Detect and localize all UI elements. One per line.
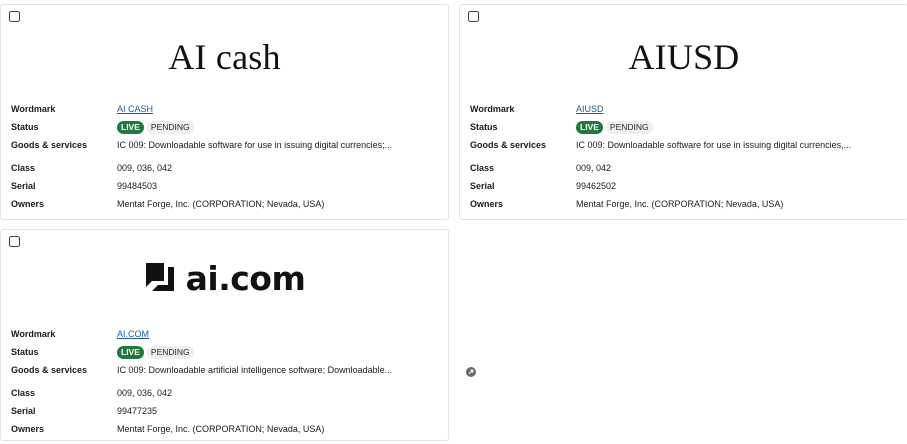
class-label: Class (11, 388, 36, 398)
goods-label: Goods & services (470, 140, 547, 150)
status-pending-badge: PENDING (605, 121, 653, 135)
status-label: Status (470, 122, 498, 132)
trademark-card: AI cash Wordmark AI CASH Status LIVE PENDIN… (0, 4, 476, 220)
mark-image: AIUSD (460, 31, 907, 83)
serial-value: 99484503 (117, 181, 158, 191)
owners-value: Mentat Forge, Inc. (CORPORATION; Nevada,… (576, 199, 784, 209)
owners-label: Owners (11, 199, 45, 209)
serial-label: Serial (11, 406, 36, 416)
class-value: 009, 042 (576, 163, 612, 173)
wordmark-link[interactable]: AI CASH (117, 104, 153, 114)
status-live-badge: LIVE (576, 121, 603, 135)
mark-text: AI cash (168, 37, 281, 77)
owners-value: Mentat Forge, Inc. (CORPORATION; Nevada,… (117, 199, 325, 209)
wordmark-label: Wordmark (11, 104, 56, 114)
wordmark-link[interactable]: AI.COM (117, 329, 149, 339)
select-checkbox[interactable] (468, 11, 479, 22)
wordmark-label: Wordmark (11, 329, 56, 339)
serial-value: 99477235 (117, 406, 158, 416)
class-value: 009, 036, 042 (117, 388, 173, 398)
serial-value: 99462502 (576, 181, 617, 191)
owners-label: Owners (11, 424, 45, 434)
goods-label: Goods & services (11, 140, 88, 150)
status-live-badge: LIVE (117, 346, 144, 360)
ai-logo-icon (145, 263, 174, 291)
status-pending-badge: PENDING (146, 121, 194, 135)
wordmark-link[interactable]: AIUSD (576, 104, 604, 114)
select-checkbox[interactable] (9, 11, 20, 22)
class-value: 009, 036, 042 (117, 163, 173, 173)
mark-text: AIUSD (628, 37, 740, 77)
mark-text: ai.com (185, 258, 306, 298)
goods-label: Goods & services (11, 365, 88, 375)
goods-value: IC 009: Downloadable artificial intellig… (117, 365, 393, 375)
owners-value: Mentat Forge, Inc. (CORPORATION; Nevada,… (117, 424, 325, 434)
trademark-card: AIUSD Wordmark AIUSD Status LIVE PENDING Go… (459, 4, 907, 220)
mark-image: ai.com (1, 252, 448, 304)
status-label: Status (11, 347, 39, 357)
wordmark-label: Wordmark (470, 104, 515, 114)
select-checkbox[interactable] (9, 236, 20, 247)
class-label: Class (470, 163, 495, 173)
owners-label: Owners (470, 199, 504, 209)
serial-label: Serial (470, 181, 495, 191)
mark-image: AI cash (1, 31, 448, 83)
class-label: Class (11, 163, 36, 173)
goods-value: IC 009: Downloadable software for use in… (576, 140, 852, 150)
status-live-badge: LIVE (117, 121, 144, 135)
serial-label: Serial (11, 181, 36, 191)
goods-value: IC 009: Downloadable software for use in… (117, 140, 393, 150)
trademark-card: ai.com Wordmark AI.COM Status LIVE PENDING … (0, 229, 476, 441)
status-label: Status (11, 122, 39, 132)
external-link-icon[interactable] (466, 367, 476, 377)
status-pending-badge: PENDING (146, 346, 194, 360)
